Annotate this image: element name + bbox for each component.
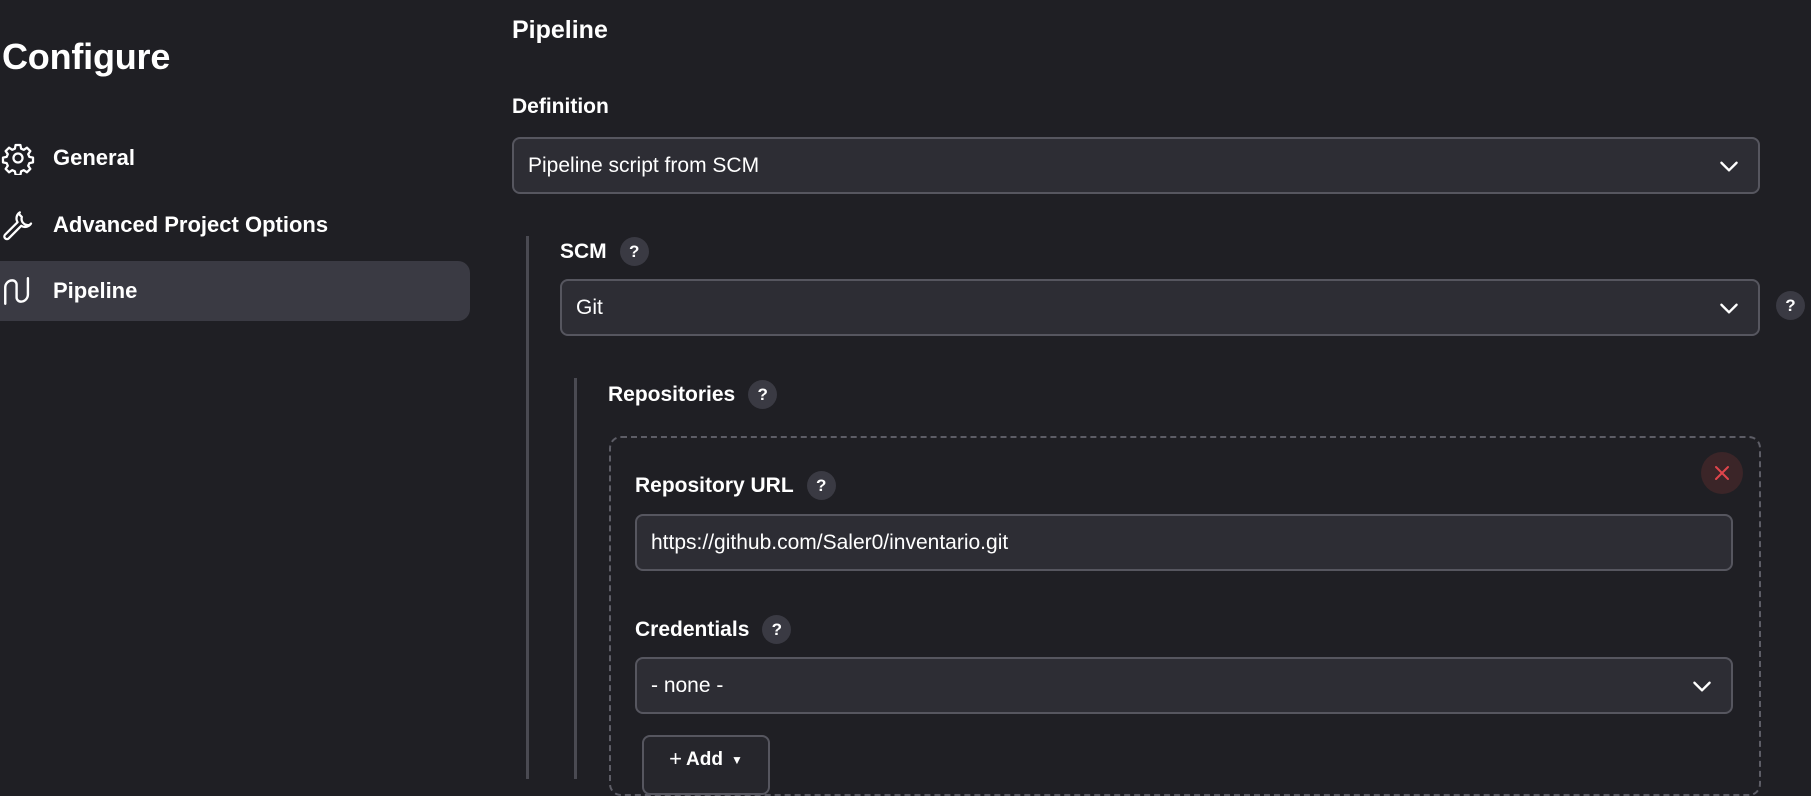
repositories-label-text: Repositories [608, 382, 736, 406]
plus-icon: + [669, 746, 683, 771]
sidebar-item-label: Advanced Project Options [53, 212, 329, 237]
repositories-help-button[interactable]: ? [748, 380, 778, 409]
credentials-select[interactable]: - none - [635, 657, 1733, 714]
section-title: Pipeline [512, 16, 608, 44]
scm-help-button[interactable]: ? [619, 237, 649, 266]
pipeline-icon [0, 273, 36, 309]
chevron-down-icon [1720, 303, 1738, 314]
definition-label-text: Definition [512, 95, 609, 118]
scm-select[interactable]: Git [560, 279, 1760, 336]
repository-url-label-text: Repository URL [635, 473, 794, 497]
scm-git-help-button[interactable]: ? [1776, 291, 1805, 320]
scm-nesting-line [526, 236, 529, 779]
close-icon [1715, 466, 1729, 480]
repository-url-label: Repository URL ? [635, 471, 836, 500]
credentials-help-button[interactable]: ? [762, 615, 792, 644]
definition-selected-value: Pipeline script from SCM [528, 153, 760, 177]
chevron-down-icon [1720, 161, 1738, 172]
sidebar-item-label: Pipeline [53, 278, 138, 303]
sidebar-item-general[interactable]: General [0, 128, 470, 188]
scm-label: SCM ? [560, 237, 649, 266]
scm-selected-value: Git [576, 295, 603, 319]
repositories-label: Repositories ? [608, 380, 778, 409]
caret-down-icon: ▼ [730, 753, 743, 767]
sidebar-item-advanced-project-options[interactable]: Advanced Project Options [0, 195, 470, 255]
definition-label: Definition [512, 95, 609, 119]
sidebar-item-pipeline[interactable]: Pipeline [0, 261, 470, 321]
repository-url-input[interactable]: https://github.com/Saler0/inventario.git [635, 514, 1733, 571]
add-button-label: Add [686, 749, 723, 770]
delete-repository-button[interactable] [1701, 452, 1743, 494]
add-credentials-button[interactable]: + Add ▼ [642, 735, 770, 795]
page-title: Configure [2, 36, 171, 77]
credentials-selected-value: - none - [651, 673, 724, 697]
repository-url-help-button[interactable]: ? [806, 471, 836, 500]
gear-icon [0, 140, 36, 176]
repositories-nesting-line [574, 378, 577, 779]
scm-label-text: SCM [560, 239, 607, 263]
chevron-down-icon [1693, 681, 1711, 692]
wrench-icon [0, 207, 36, 243]
definition-select[interactable]: Pipeline script from SCM [512, 137, 1760, 194]
sidebar: Configure General Advanced Project Optio… [0, 0, 470, 779]
repository-url-value: https://github.com/Saler0/inventario.git [651, 530, 1009, 554]
credentials-label-text: Credentials [635, 617, 750, 641]
sidebar-item-label: General [53, 145, 135, 170]
credentials-label: Credentials ? [635, 615, 792, 644]
